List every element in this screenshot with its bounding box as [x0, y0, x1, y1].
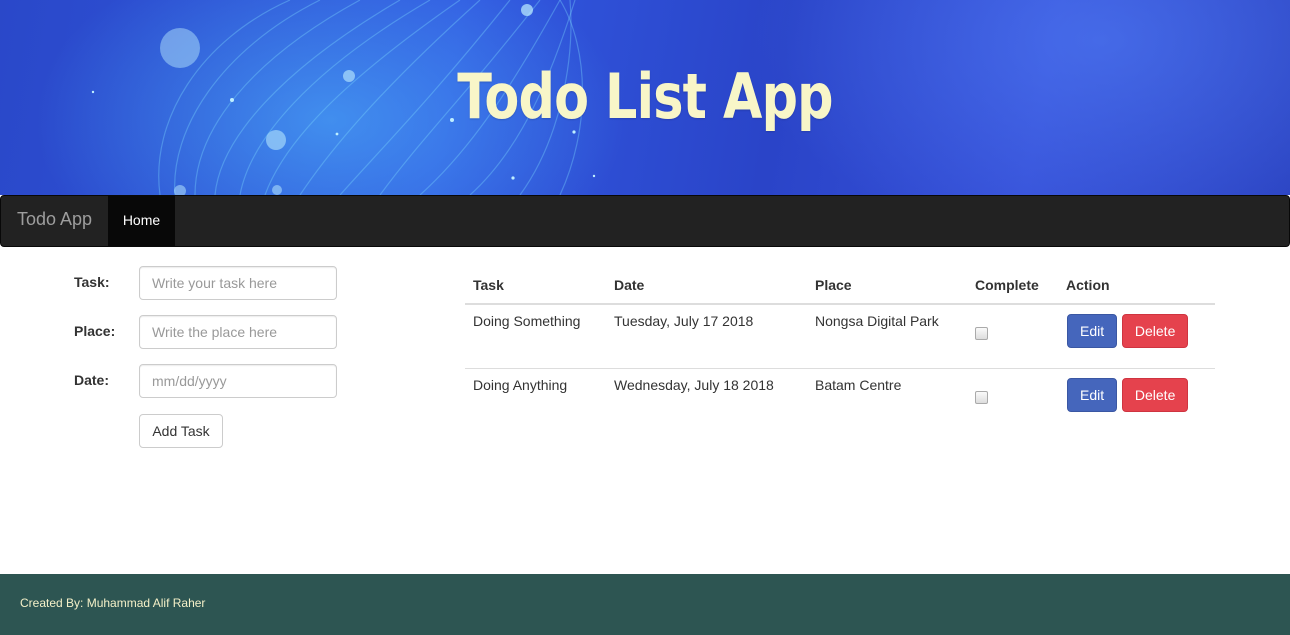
header-banner: Todo List App: [0, 0, 1290, 195]
column-header-task: Task: [465, 264, 606, 305]
column-header-complete: Complete: [967, 264, 1058, 305]
place-cell: Nongsa Digital Park: [815, 313, 939, 329]
app-title: Todo List App: [457, 60, 833, 133]
task-input[interactable]: [139, 266, 337, 300]
column-header-date: Date: [606, 264, 807, 305]
date-cell: Tuesday, July 17 2018: [614, 313, 754, 329]
todo-table: Task Date Place Complete Action Doing So…: [465, 264, 1215, 432]
edit-button[interactable]: Edit: [1067, 377, 1117, 412]
nav-item-home[interactable]: Home: [108, 196, 175, 246]
task-label: Task:: [74, 274, 110, 290]
column-header-action: Action: [1058, 264, 1215, 305]
action-cell: Edit Delete: [1058, 304, 1215, 368]
navbar-brand[interactable]: Todo App: [17, 209, 92, 230]
footer: Created By: Muhammad Alif Raher: [0, 574, 1290, 635]
navbar: Todo App Home: [0, 195, 1290, 247]
task-cell: Doing Something: [473, 313, 581, 329]
date-label: Date:: [74, 372, 110, 388]
complete-cell: [967, 304, 1058, 368]
edit-button[interactable]: Edit: [1067, 314, 1117, 348]
place-input[interactable]: [139, 315, 337, 349]
date-cell: Wednesday, July 18 2018: [606, 367, 807, 432]
column-header-place: Place: [807, 264, 967, 305]
table-row: Doing Something Tuesday, July 17 2018 No…: [465, 304, 1215, 368]
table-row: Doing Anything Wednesday, July 18 2018 B…: [465, 367, 1215, 432]
complete-checkbox[interactable]: [975, 390, 988, 404]
delete-button[interactable]: Delete: [1121, 377, 1188, 412]
table-header-row: Task Date Place Complete Action: [465, 264, 1215, 305]
complete-checkbox[interactable]: [975, 327, 988, 340]
add-task-button[interactable]: Add Task: [139, 414, 223, 448]
place-cell: Batam Centre: [807, 367, 967, 432]
action-cell: Edit Delete: [1058, 367, 1215, 432]
date-input[interactable]: [139, 364, 337, 398]
place-label: Place:: [74, 323, 116, 339]
task-cell: Doing Anything: [465, 367, 606, 432]
footer-credit: Created By: Muhammad Alif Raher: [20, 596, 206, 610]
complete-cell: [967, 367, 1058, 432]
delete-button[interactable]: Delete: [1121, 314, 1188, 348]
